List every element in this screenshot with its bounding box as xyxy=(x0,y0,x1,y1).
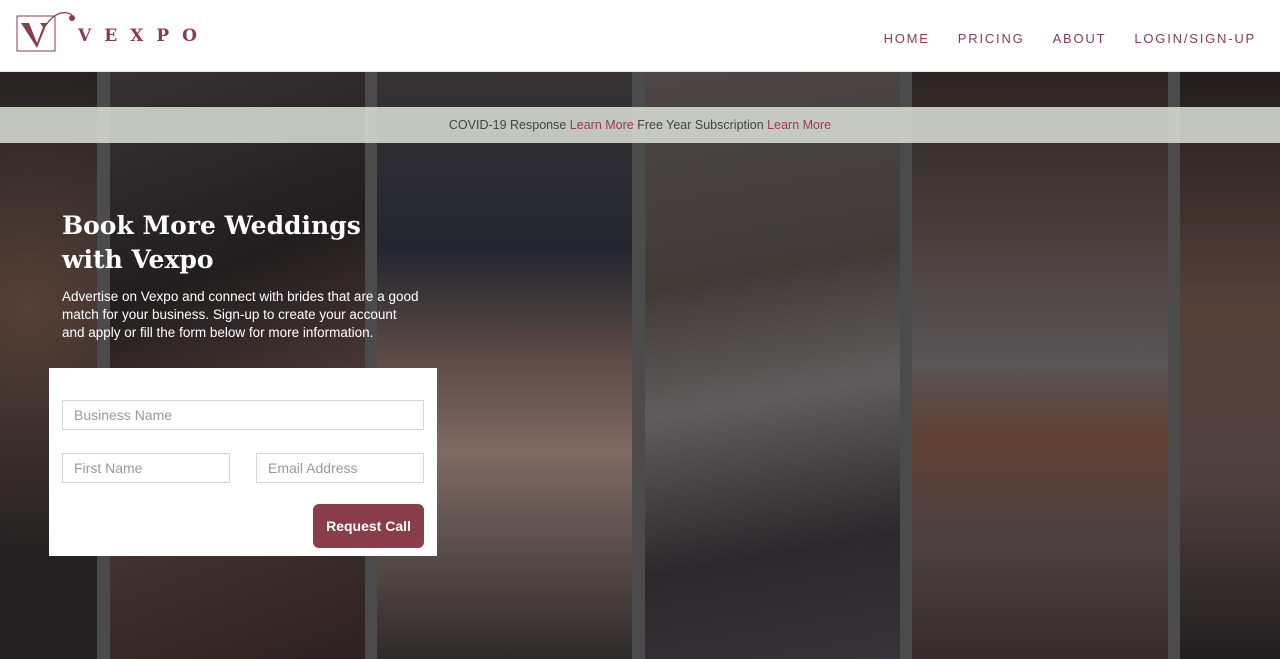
announcement-banner: COVID-19 Response Learn More Free Year S… xyxy=(0,107,1280,143)
first-name-input[interactable] xyxy=(62,453,230,483)
banner-subscription-text: Free Year Subscription xyxy=(637,118,764,132)
hero-dark-overlay xyxy=(0,72,1280,659)
nav-about[interactable]: ABOUT xyxy=(1053,31,1107,46)
email-address-input[interactable] xyxy=(256,453,424,483)
business-name-input[interactable] xyxy=(62,400,424,430)
brand-wordmark: VEXPO xyxy=(78,26,210,46)
request-call-button[interactable]: Request Call xyxy=(313,504,424,548)
banner-covid-learn-more-link[interactable]: Learn More xyxy=(570,118,634,132)
nav-login-signup[interactable]: LOGIN/SIGN-UP xyxy=(1134,31,1256,46)
banner-covid-text: COVID-19 Response xyxy=(448,118,567,132)
hero-section: COVID-19 Response Learn More Free Year S… xyxy=(0,72,1280,659)
request-call-form: Request Call xyxy=(49,368,437,556)
main-nav: HOME PRICING ABOUT LOGIN/SIGN-UP xyxy=(856,31,1256,46)
nav-pricing[interactable]: PRICING xyxy=(958,31,1025,46)
site-header: VEXPO HOME PRICING ABOUT LOGIN/SIGN-UP xyxy=(0,0,1280,72)
logo-link[interactable]: VEXPO xyxy=(16,10,210,54)
v-monogram-logo-icon xyxy=(16,10,76,54)
nav-home[interactable]: HOME xyxy=(884,31,930,46)
hero-subcopy: Advertise on Vexpo and connect with brid… xyxy=(62,289,419,340)
hero-headline: Book More Weddings with Vexpo xyxy=(62,211,361,274)
banner-subscription-learn-more-link[interactable]: Learn More xyxy=(767,118,831,132)
